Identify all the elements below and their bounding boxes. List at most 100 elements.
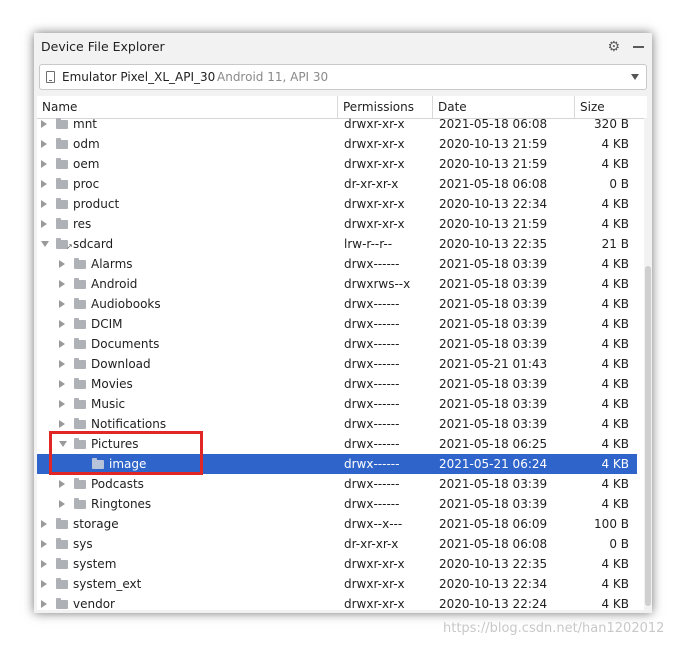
table-row[interactable]: system drwxr-xr-x 2020-10-13 22:35 4 KB bbox=[37, 554, 637, 574]
file-date: 2021-05-18 03:39 bbox=[439, 417, 548, 431]
file-date: 2021-05-18 03:39 bbox=[439, 477, 548, 491]
table-row[interactable]: DCIM drwx------ 2021-05-18 03:39 4 KB bbox=[37, 314, 637, 334]
file-date: 2021-05-21 01:43 bbox=[439, 357, 548, 371]
chevron-right-icon[interactable] bbox=[41, 520, 47, 528]
chevron-right-icon[interactable] bbox=[41, 220, 47, 228]
table-row[interactable]: vendor drwxr-xr-x 2020-10-13 22:24 4 KB bbox=[37, 594, 637, 610]
table-row[interactable]: oem drwxr-xr-x 2020-10-13 21:59 4 KB bbox=[37, 154, 637, 174]
file-date: 2020-10-13 22:35 bbox=[439, 557, 548, 571]
file-permissions: drwx------ bbox=[344, 397, 400, 411]
file-size: 4 KB bbox=[601, 337, 629, 351]
chevron-right-icon[interactable] bbox=[59, 320, 65, 328]
file-name: Podcasts bbox=[91, 477, 144, 491]
chevron-right-icon[interactable] bbox=[41, 160, 47, 168]
file-permissions: drwx--x--- bbox=[344, 517, 403, 531]
file-size: 4 KB bbox=[601, 457, 629, 471]
window-title: Device File Explorer bbox=[41, 39, 165, 54]
chevron-right-icon[interactable] bbox=[41, 540, 47, 548]
table-row[interactable]: Audiobooks drwx------ 2021-05-18 03:39 4 KB bbox=[37, 294, 637, 314]
file-name: vendor bbox=[73, 597, 115, 610]
table-row[interactable]: sys dr-xr-xr-x 2021-05-18 06:08 0 B bbox=[37, 534, 637, 554]
chevron-right-icon[interactable] bbox=[59, 420, 65, 428]
file-size: 4 KB bbox=[601, 417, 629, 431]
chevron-right-icon[interactable] bbox=[41, 120, 47, 128]
chevron-right-icon[interactable] bbox=[59, 260, 65, 268]
file-name: Ringtones bbox=[91, 497, 152, 511]
file-permissions: drwx------ bbox=[344, 357, 400, 371]
file-size: 4 KB bbox=[601, 577, 629, 591]
chevron-right-icon[interactable] bbox=[59, 300, 65, 308]
chevron-right-icon[interactable] bbox=[59, 500, 65, 508]
table-row[interactable]: proc dr-xr-xr-x 2021-05-18 06:08 0 B bbox=[37, 174, 637, 194]
file-date: 2020-10-13 21:59 bbox=[439, 217, 548, 231]
chevron-right-icon[interactable] bbox=[41, 140, 47, 148]
file-size: 4 KB bbox=[601, 317, 629, 331]
device-detail: Android 11, API 30 bbox=[217, 70, 329, 84]
file-name: mnt bbox=[73, 117, 97, 131]
table-row[interactable]: Documents drwx------ 2021-05-18 03:39 4 KB bbox=[37, 334, 637, 354]
chevron-right-icon[interactable] bbox=[59, 340, 65, 348]
table-row[interactable]: system_ext drwxr-xr-x 2020-10-13 22:34 4 KB bbox=[37, 574, 637, 594]
vertical-scrollbar[interactable] bbox=[644, 118, 652, 613]
folder-icon bbox=[74, 318, 86, 329]
table-row[interactable]: Music drwx------ 2021-05-18 03:39 4 KB bbox=[37, 394, 637, 414]
chevron-right-icon[interactable] bbox=[41, 580, 47, 588]
chevron-right-icon[interactable] bbox=[59, 280, 65, 288]
table-row[interactable]: storage drwx--x--- 2021-05-18 06:09 100 B bbox=[37, 514, 637, 534]
chevron-right-icon[interactable] bbox=[59, 400, 65, 408]
device-file-explorer-window: Device File Explorer ⚙ Emulator Pixel_XL… bbox=[34, 33, 652, 613]
table-row[interactable]: Ringtones drwx------ 2021-05-18 03:39 4 KB bbox=[37, 494, 637, 514]
table-row[interactable]: Alarms drwx------ 2021-05-18 03:39 4 KB bbox=[37, 254, 637, 274]
table-row[interactable]: Podcasts drwx------ 2021-05-18 03:39 4 KB bbox=[37, 474, 637, 494]
watermark: https://blog.csdn.net/han1202012 bbox=[443, 621, 665, 636]
file-date: 2021-05-18 03:39 bbox=[439, 337, 548, 351]
chevron-down-icon[interactable] bbox=[41, 241, 49, 247]
table-row[interactable]: mnt drwxr-xr-x 2021-05-18 06:08 320 B bbox=[37, 114, 637, 134]
file-name: proc bbox=[73, 177, 100, 191]
file-size: 4 KB bbox=[601, 157, 629, 171]
folder-icon bbox=[74, 298, 86, 309]
table-row[interactable]: odm drwxr-xr-x 2020-10-13 21:59 4 KB bbox=[37, 134, 637, 154]
phone-icon bbox=[46, 71, 55, 83]
chevron-right-icon[interactable] bbox=[41, 200, 47, 208]
file-permissions: drwx------ bbox=[344, 257, 400, 271]
file-name: Android bbox=[91, 277, 138, 291]
file-name: storage bbox=[73, 517, 119, 531]
chevron-right-icon[interactable] bbox=[59, 380, 65, 388]
minimize-icon[interactable] bbox=[633, 46, 644, 48]
file-permissions: drwxr-xr-x bbox=[344, 217, 405, 231]
chevron-right-icon[interactable] bbox=[59, 480, 65, 488]
file-date: 2021-05-18 06:08 bbox=[439, 177, 548, 191]
chevron-right-icon[interactable] bbox=[41, 180, 47, 188]
file-name: res bbox=[73, 217, 92, 231]
file-name: Alarms bbox=[91, 257, 133, 271]
chevron-right-icon[interactable] bbox=[41, 560, 47, 568]
table-row[interactable]: ↗ sdcard lrw-r--r-- 2020-10-13 22:35 21 B bbox=[37, 234, 637, 254]
table-row[interactable]: Download drwx------ 2021-05-21 01:43 4 KB bbox=[37, 354, 637, 374]
file-name: product bbox=[73, 197, 120, 211]
gear-icon[interactable]: ⚙ bbox=[607, 33, 620, 61]
file-date: 2021-05-18 06:08 bbox=[439, 117, 548, 131]
table-row[interactable]: res drwxr-xr-x 2020-10-13 21:59 4 KB bbox=[37, 214, 637, 234]
file-date: 2021-05-18 06:08 bbox=[439, 537, 548, 551]
chevron-down-icon[interactable] bbox=[631, 74, 639, 80]
folder-icon bbox=[56, 118, 68, 129]
file-permissions: drwxr-xr-x bbox=[344, 197, 405, 211]
file-size: 4 KB bbox=[601, 557, 629, 571]
device-selector[interactable]: Emulator Pixel_XL_API_30 Android 11, API… bbox=[39, 64, 647, 90]
table-row[interactable]: Android drwxrws--x 2021-05-18 03:39 4 KB bbox=[37, 274, 637, 294]
file-permissions: drwx------ bbox=[344, 337, 400, 351]
file-size: 21 B bbox=[601, 237, 629, 251]
file-size: 0 B bbox=[609, 537, 629, 551]
table-row[interactable]: product drwxr-xr-x 2020-10-13 22:34 4 KB bbox=[37, 194, 637, 214]
folder-icon bbox=[74, 358, 86, 369]
file-name: sdcard bbox=[73, 237, 114, 251]
scrollbar-thumb[interactable] bbox=[645, 266, 651, 606]
folder-icon bbox=[74, 278, 86, 289]
table-row[interactable]: Movies drwx------ 2021-05-18 03:39 4 KB bbox=[37, 374, 637, 394]
file-permissions: drwxr-xr-x bbox=[344, 557, 405, 571]
folder-icon bbox=[74, 378, 86, 389]
file-name: Music bbox=[91, 397, 126, 411]
chevron-right-icon[interactable] bbox=[41, 600, 47, 608]
chevron-right-icon[interactable] bbox=[59, 360, 65, 368]
